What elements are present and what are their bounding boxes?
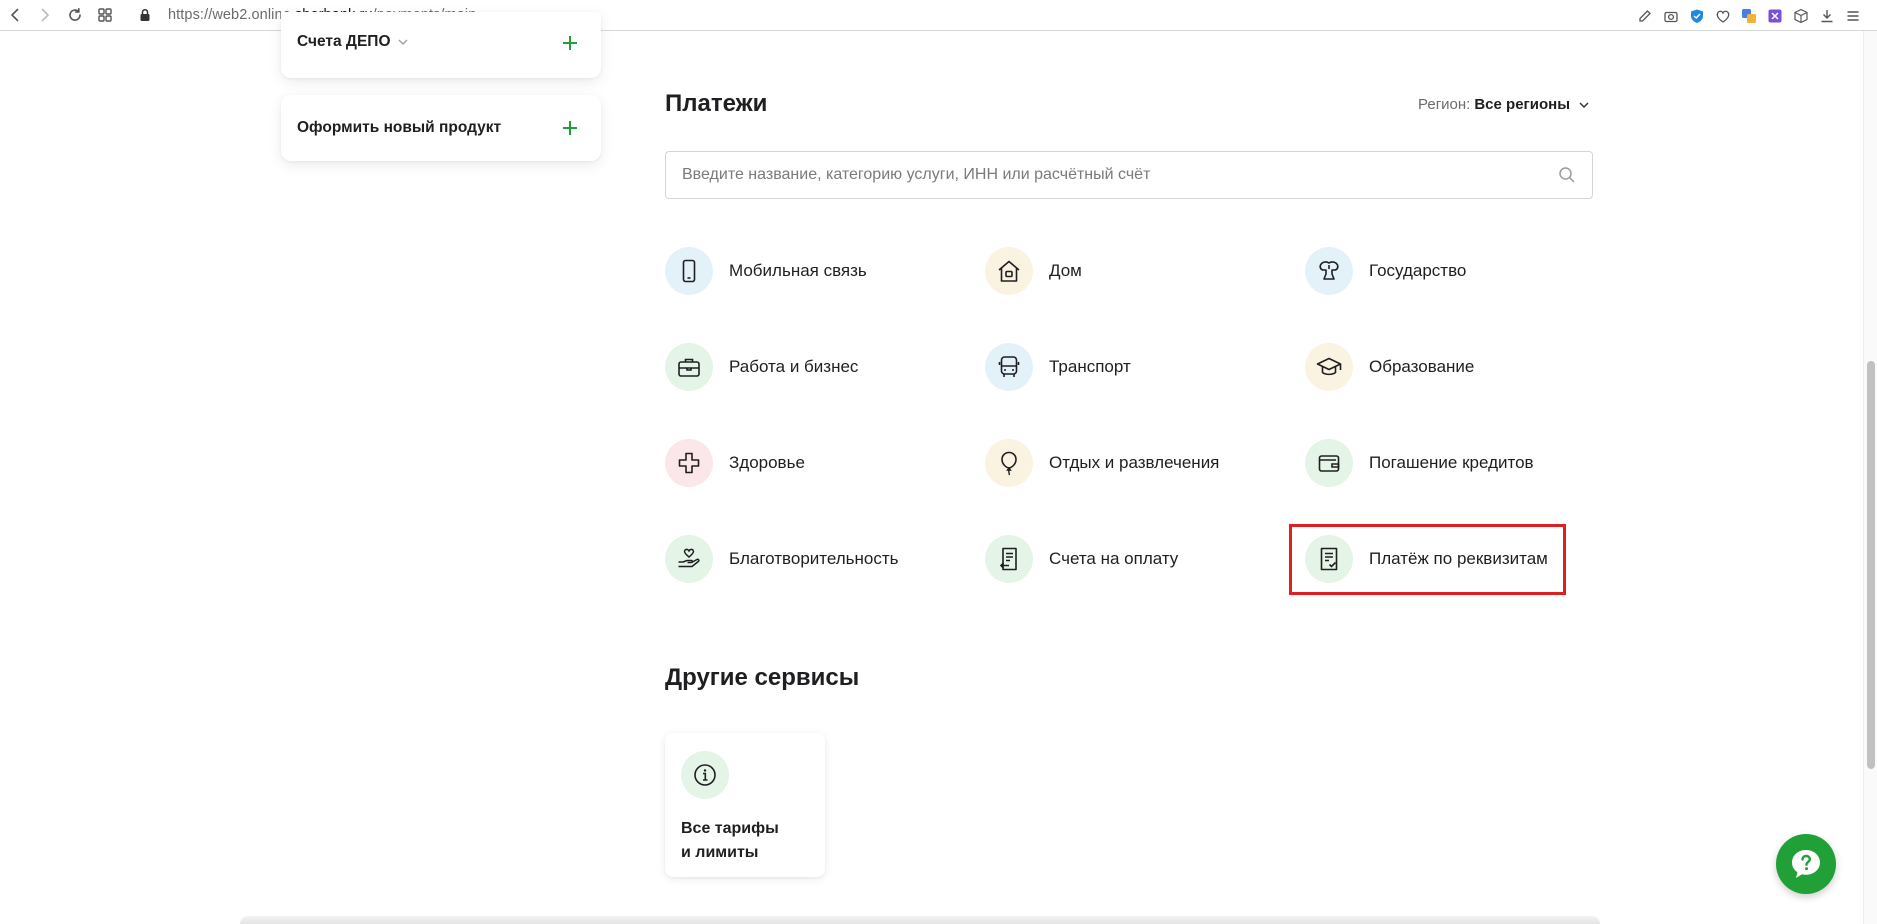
- category-label: Государство: [1369, 261, 1467, 280]
- help-button[interactable]: [1776, 834, 1836, 894]
- category-label: Здоровье: [729, 453, 805, 472]
- shield-icon[interactable]: [1689, 8, 1705, 24]
- back-icon[interactable]: [0, 0, 30, 31]
- translate-icon[interactable]: [1741, 8, 1757, 24]
- balloon-icon: [985, 439, 1033, 487]
- graduation-cap-icon: [1305, 343, 1353, 391]
- other-services-title: Другие сервисы: [665, 664, 860, 691]
- search-field[interactable]: [665, 151, 1593, 199]
- briefcase-icon: [665, 343, 713, 391]
- chevron-down-icon: [1579, 101, 1589, 108]
- extension-icons: [1637, 0, 1861, 31]
- bus-icon: [985, 343, 1033, 391]
- house-icon: [985, 247, 1033, 295]
- category-label: Благотворительность: [729, 549, 899, 568]
- depo-accounts-card[interactable]: Счета ДЕПО: [281, 12, 601, 78]
- category-label: Погашение кредитов: [1369, 453, 1534, 472]
- heart-in-hand-icon: [665, 535, 713, 583]
- new-product-title: Оформить новый продукт: [297, 119, 502, 136]
- category-label: Дом: [1049, 261, 1082, 280]
- category-charity[interactable]: Благотворительность: [665, 535, 899, 583]
- category-education[interactable]: Образование: [1305, 343, 1474, 391]
- chat-question-icon: [1792, 850, 1820, 878]
- mobile-phone-icon: [665, 247, 713, 295]
- category-loans[interactable]: Погашение кредитов: [1305, 439, 1534, 487]
- category-payment-by-details[interactable]: Платёж по реквизитам: [1305, 535, 1548, 583]
- category-government[interactable]: Государство: [1305, 247, 1466, 295]
- card-label: Все тарифы и лимиты: [681, 820, 779, 861]
- category-label: Транспорт: [1049, 357, 1131, 376]
- add-icon[interactable]: [561, 119, 579, 137]
- close-box-icon[interactable]: [1767, 8, 1783, 24]
- camera-icon[interactable]: [1663, 8, 1679, 24]
- search-input[interactable]: [682, 166, 1558, 184]
- menu-icon[interactable]: [1845, 8, 1861, 24]
- search-icon[interactable]: [1558, 166, 1576, 184]
- document-check-icon: [1305, 535, 1353, 583]
- scrollbar-thumb[interactable]: [1867, 361, 1875, 769]
- add-icon[interactable]: [561, 34, 579, 52]
- government-emblem-icon: [1305, 247, 1353, 295]
- category-home[interactable]: Дом: [985, 247, 1082, 295]
- tab-grid-icon[interactable]: [90, 0, 120, 31]
- category-health[interactable]: Здоровье: [665, 439, 805, 487]
- region-value: Все регионы: [1474, 96, 1571, 113]
- new-product-card[interactable]: Оформить новый продукт: [281, 95, 601, 161]
- chevron-down-icon[interactable]: [397, 36, 409, 48]
- page-title: Платежи: [665, 90, 768, 117]
- category-label: Счета на оплату: [1049, 549, 1179, 568]
- region-label: Регион:: [1418, 96, 1471, 113]
- category-leisure[interactable]: Отдых и развлечения: [985, 439, 1219, 487]
- scrollbar[interactable]: [1863, 31, 1877, 924]
- region-selector[interactable]: Регион: Все регионы: [1418, 96, 1590, 113]
- tariffs-limits-card[interactable]: Все тарифы и лимиты: [665, 733, 825, 877]
- edit-icon[interactable]: [1637, 8, 1653, 24]
- category-label: Отдых и развлечения: [1049, 453, 1220, 472]
- info-icon: [681, 751, 729, 799]
- lock-icon: [140, 8, 150, 21]
- category-label: Образование: [1369, 357, 1475, 376]
- footer-edge: [240, 916, 1600, 924]
- heart-icon[interactable]: [1715, 8, 1731, 24]
- category-label: Мобильная связь: [729, 261, 867, 280]
- category-label: Платёж по реквизитам: [1369, 549, 1548, 568]
- reload-icon[interactable]: [60, 0, 90, 31]
- cube-icon[interactable]: [1793, 8, 1809, 24]
- category-mobile[interactable]: Мобильная связь: [665, 247, 867, 295]
- category-label: Работа и бизнес: [729, 357, 859, 376]
- download-icon[interactable]: [1819, 8, 1835, 24]
- wallet-icon: [1305, 439, 1353, 487]
- forward-icon[interactable]: [30, 0, 60, 31]
- category-transport[interactable]: Транспорт: [985, 343, 1131, 391]
- depo-accounts-title: Счета ДЕПО: [297, 33, 391, 50]
- category-business[interactable]: Работа и бизнес: [665, 343, 858, 391]
- medical-cross-icon: [665, 439, 713, 487]
- category-invoices[interactable]: Счета на оплату: [985, 535, 1178, 583]
- invoice-icon: [985, 535, 1033, 583]
